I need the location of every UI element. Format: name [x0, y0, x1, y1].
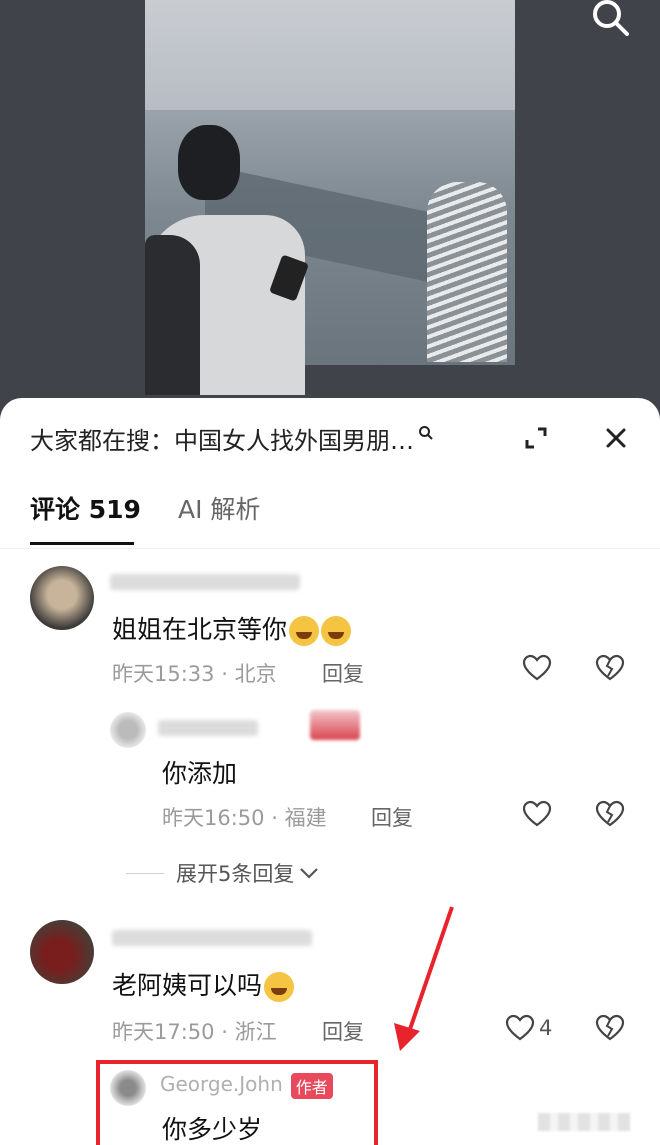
heart-icon	[522, 800, 552, 827]
dislike-button[interactable]	[595, 654, 625, 686]
comment-text-content: 姐姐在北京等你	[112, 615, 288, 644]
red-arrow-annotation	[394, 906, 454, 1051]
timestamp: 昨天16:50	[162, 806, 265, 830]
comment-meta: 昨天17:50 · 浙江	[112, 1016, 277, 1046]
comment-meta: 昨天15:33 · 北京	[112, 658, 277, 688]
expand-replies-label: 展开5条回复	[176, 862, 295, 886]
emoji-icon	[321, 616, 352, 646]
timestamp: 昨天17:50	[112, 1020, 215, 1044]
search-suggestion[interactable]: 大家都在搜：中国女人找外国男朋…	[30, 420, 480, 456]
search-button[interactable]	[585, 0, 633, 40]
tower-building	[427, 182, 507, 362]
video-player[interactable]	[0, 0, 660, 420]
mini-search-icon	[419, 426, 433, 440]
location: 浙江	[234, 1020, 277, 1044]
reply-button[interactable]: 回复	[371, 802, 413, 832]
username-blurred[interactable]	[110, 574, 300, 590]
username-blurred[interactable]	[112, 930, 312, 946]
reply-meta: 昨天16:50 · 福建	[162, 802, 327, 832]
reply-button[interactable]: 回复	[322, 1016, 364, 1046]
tab-active-indicator	[30, 542, 134, 545]
search-suggestion-text: 大家都在搜：中国女人找外国男朋…	[30, 426, 414, 455]
location: 福建	[284, 806, 327, 830]
reply-text: 你添加	[162, 759, 238, 788]
close-icon	[606, 428, 626, 448]
watermark-blurred	[538, 1113, 630, 1131]
avatar[interactable]	[30, 566, 94, 630]
heart-icon	[522, 654, 552, 681]
comment-text: 老阿姨可以吗	[112, 966, 295, 1002]
broken-heart-icon	[595, 800, 625, 827]
separator: ·	[221, 1020, 228, 1044]
divider	[0, 548, 660, 549]
tab-comments[interactable]: 评论 519	[30, 490, 141, 526]
highlight-box	[96, 1060, 378, 1145]
expand-button[interactable]	[518, 420, 554, 456]
avatar[interactable]	[110, 712, 146, 748]
comment-text: 姐姐在北京等你	[112, 610, 352, 646]
heart-icon	[505, 1014, 535, 1041]
timestamp: 昨天15:33	[112, 662, 215, 686]
search-icon	[593, 0, 629, 36]
reply-button[interactable]: 回复	[322, 658, 364, 688]
avatar[interactable]	[30, 920, 94, 984]
location: 北京	[234, 662, 277, 686]
broken-heart-icon	[595, 654, 625, 681]
expand-icon	[525, 427, 547, 449]
username-blurred[interactable]	[158, 720, 258, 736]
close-button[interactable]	[598, 420, 634, 456]
tab-ai-analysis[interactable]: AI 解析	[178, 490, 260, 526]
dislike-button[interactable]	[595, 1014, 625, 1046]
tab-bar: 评论 519 AI 解析	[0, 490, 660, 548]
comment-panel: 大家都在搜：中国女人找外国男朋… 评论 519 AI 解析 姐姐在北京等你 昨天…	[0, 398, 660, 1145]
separator: ·	[221, 662, 228, 686]
like-button[interactable]	[522, 654, 552, 682]
divider-line	[126, 872, 164, 874]
blurred-badge	[310, 710, 360, 740]
person-backpack	[145, 235, 200, 395]
separator: ·	[271, 806, 278, 830]
emoji-icon	[289, 616, 320, 646]
dislike-button[interactable]	[595, 800, 625, 832]
like-button[interactable]	[522, 800, 552, 828]
laughing-emoji-icon	[264, 972, 295, 1002]
broken-heart-icon	[595, 1014, 625, 1041]
like-count: 4	[539, 1016, 553, 1040]
like-button[interactable]: 4	[505, 1014, 552, 1042]
person-head	[178, 125, 240, 200]
comment-text-content: 老阿姨可以吗	[112, 971, 263, 1000]
chevron-down-icon	[300, 868, 319, 879]
expand-replies-button[interactable]: 展开5条回复	[126, 858, 320, 888]
panel-header: 大家都在搜：中国女人找外国男朋…	[0, 398, 660, 478]
